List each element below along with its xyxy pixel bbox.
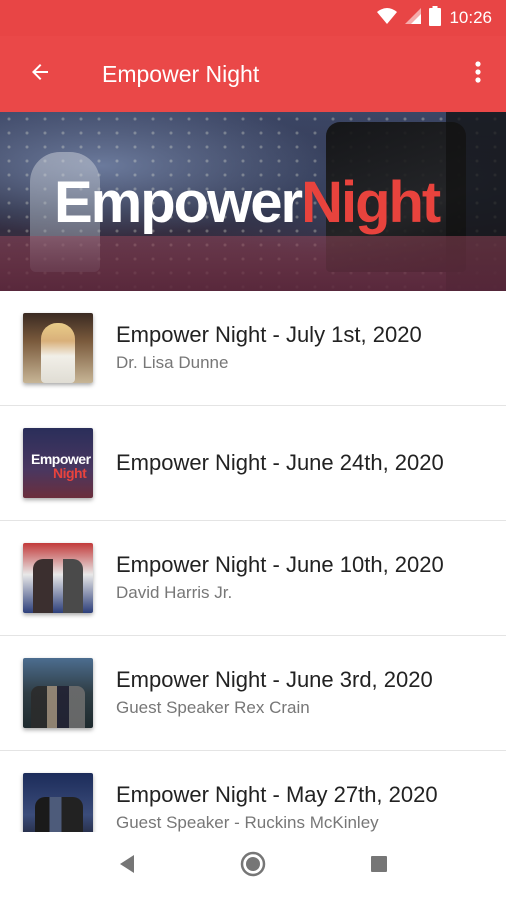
- episode-thumbnail: Empower Night: [23, 428, 93, 498]
- nav-back-button[interactable]: [64, 832, 190, 900]
- cell-signal-icon: [405, 7, 422, 29]
- list-item[interactable]: Empower Night - June 3rd, 2020 Guest Spe…: [0, 636, 506, 751]
- list-item-text: Empower Night - June 24th, 2020: [116, 449, 444, 477]
- list-item-title: Empower Night - June 3rd, 2020: [116, 667, 433, 692]
- list-item-text: Empower Night - June 3rd, 2020 Guest Spe…: [116, 666, 433, 720]
- episode-thumbnail: [23, 313, 93, 383]
- list-item-subtitle: Guest Speaker - Ruckins McKinley: [116, 813, 379, 832]
- list-item-text: Empower Night - May 27th, 2020 Guest Spe…: [116, 781, 438, 832]
- battery-icon: [429, 5, 442, 31]
- list-item[interactable]: Empower Night - July 1st, 2020 Dr. Lisa …: [0, 291, 506, 406]
- nav-recents-button[interactable]: [316, 832, 442, 900]
- nav-recents-icon: [370, 855, 388, 878]
- status-bar: 10:26: [0, 0, 506, 36]
- thumbnail-logo-red: Night: [53, 465, 87, 481]
- episode-thumbnail: [23, 773, 93, 832]
- hero-logo-white: Empower: [54, 170, 303, 235]
- list-item-subtitle: Dr. Lisa Dunne: [116, 353, 229, 372]
- nav-home-icon: [240, 851, 266, 882]
- back-button[interactable]: [0, 36, 80, 112]
- episode-list: Empower Night - July 1st, 2020 Dr. Lisa …: [0, 291, 506, 832]
- list-item-title: Empower Night - June 10th, 2020: [116, 552, 444, 577]
- list-item-title: Empower Night - May 27th, 2020: [116, 782, 438, 807]
- app-bar: Empower Night: [0, 36, 506, 112]
- page-title: Empower Night: [102, 60, 260, 87]
- list-item[interactable]: Empower Night - June 10th, 2020 David Ha…: [0, 521, 506, 636]
- list-item-subtitle: Guest Speaker Rex Crain: [116, 698, 310, 717]
- list-item-subtitle: David Harris Jr.: [116, 583, 233, 602]
- list-item-title: Empower Night - July 1st, 2020: [116, 322, 422, 347]
- wifi-icon: [377, 7, 398, 29]
- hero-banner: EmpowerNight: [0, 112, 506, 291]
- list-item[interactable]: Empower Night Empower Night - June 24th, …: [0, 406, 506, 521]
- system-nav-bar: [0, 832, 506, 900]
- episode-thumbnail: [23, 543, 93, 613]
- nav-back-icon: [118, 854, 136, 879]
- status-icons: [377, 5, 442, 31]
- hero-logo: EmpowerNight: [54, 174, 441, 232]
- more-options-button[interactable]: [450, 36, 506, 112]
- list-item-title: Empower Night - June 24th, 2020: [116, 450, 444, 475]
- list-item-text: Empower Night - July 1st, 2020 Dr. Lisa …: [116, 321, 422, 375]
- thumbnail-logo: Empower Night: [31, 452, 91, 480]
- back-arrow-icon: [28, 60, 52, 89]
- hero-logo-red: Night: [301, 170, 441, 235]
- list-item-text: Empower Night - June 10th, 2020 David Ha…: [116, 551, 444, 605]
- status-time: 10:26: [449, 8, 492, 27]
- more-vert-icon: [475, 60, 481, 89]
- episode-thumbnail: [23, 658, 93, 728]
- hero-floor: [0, 236, 506, 291]
- nav-home-button[interactable]: [190, 832, 316, 900]
- list-item[interactable]: Empower Night - May 27th, 2020 Guest Spe…: [0, 751, 506, 832]
